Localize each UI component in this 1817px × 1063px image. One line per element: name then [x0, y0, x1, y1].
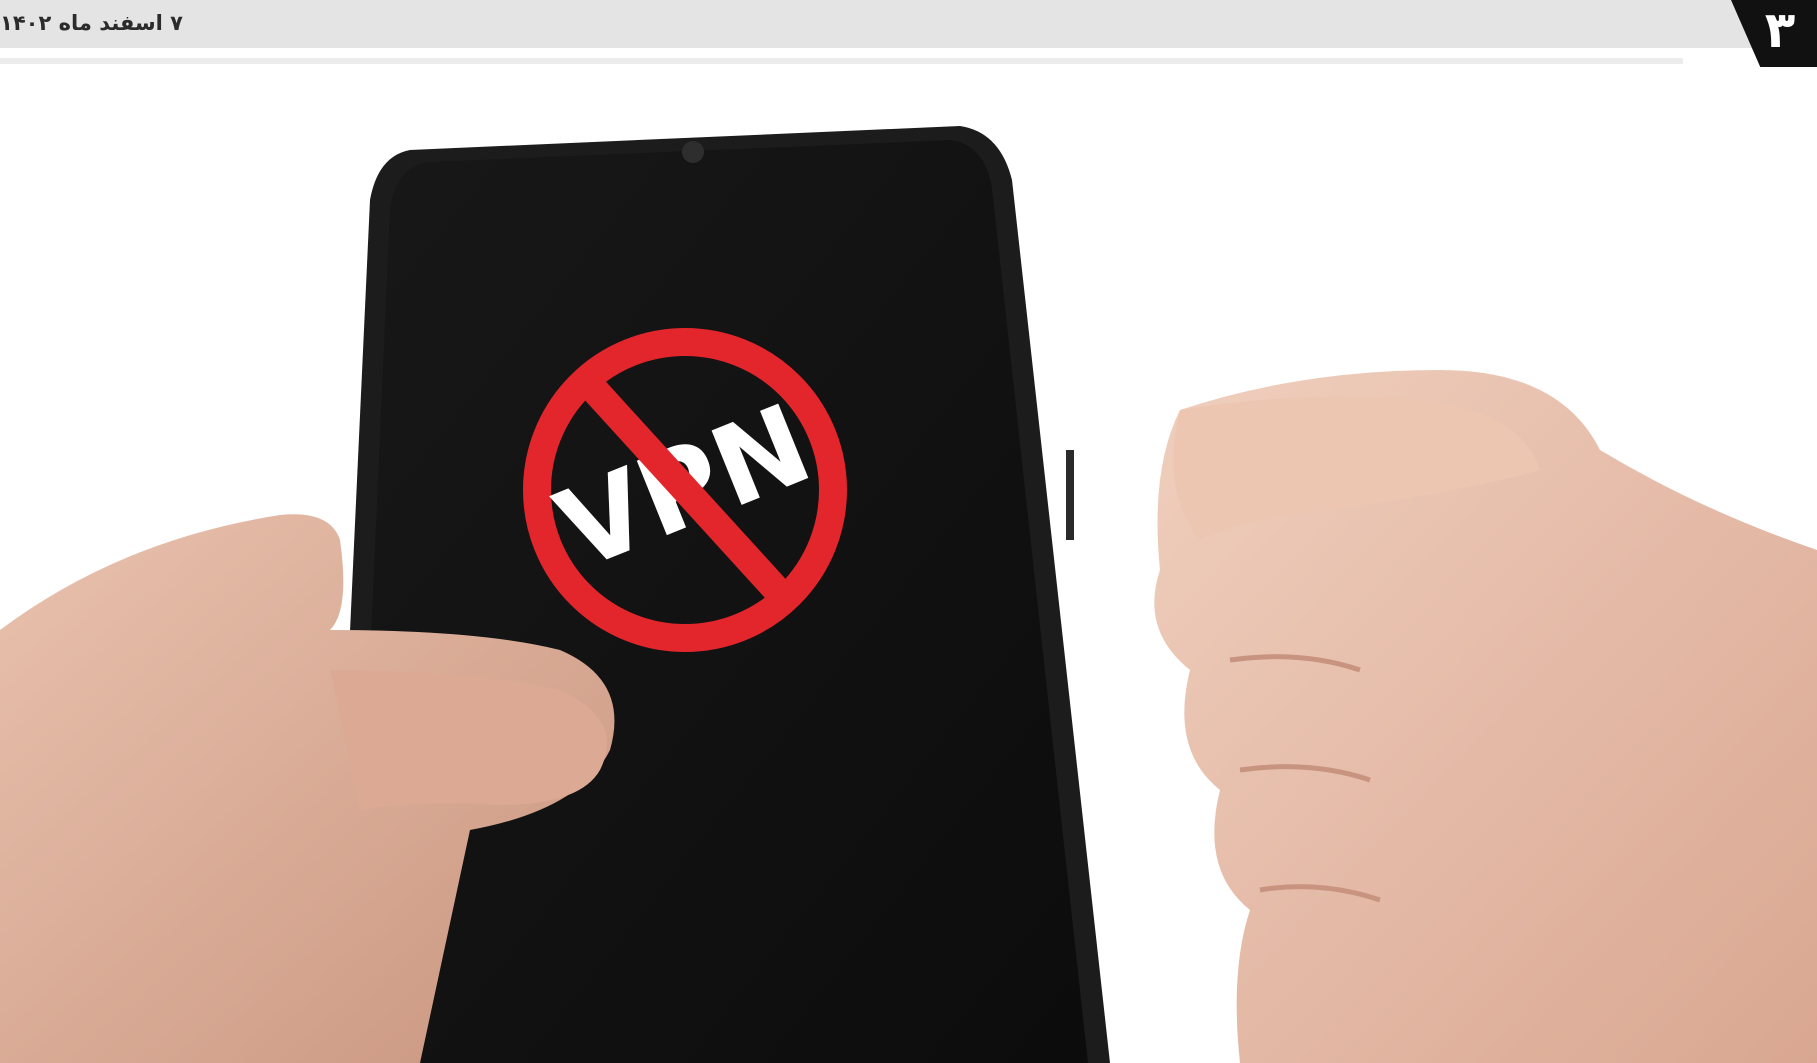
article-photo: VPN: [0, 70, 1817, 1063]
header-rule: [0, 58, 1683, 64]
issue-date: ۷ اسفند ماه ۱۴۰۲: [0, 11, 183, 35]
front-camera: [682, 141, 704, 163]
vpn-ban-illustration: VPN: [0, 126, 1817, 1063]
side-button: [1066, 450, 1074, 540]
phone-screen: [352, 140, 1088, 1063]
page-number: ۳: [1764, 1, 1796, 59]
header-bar: [0, 0, 1817, 48]
